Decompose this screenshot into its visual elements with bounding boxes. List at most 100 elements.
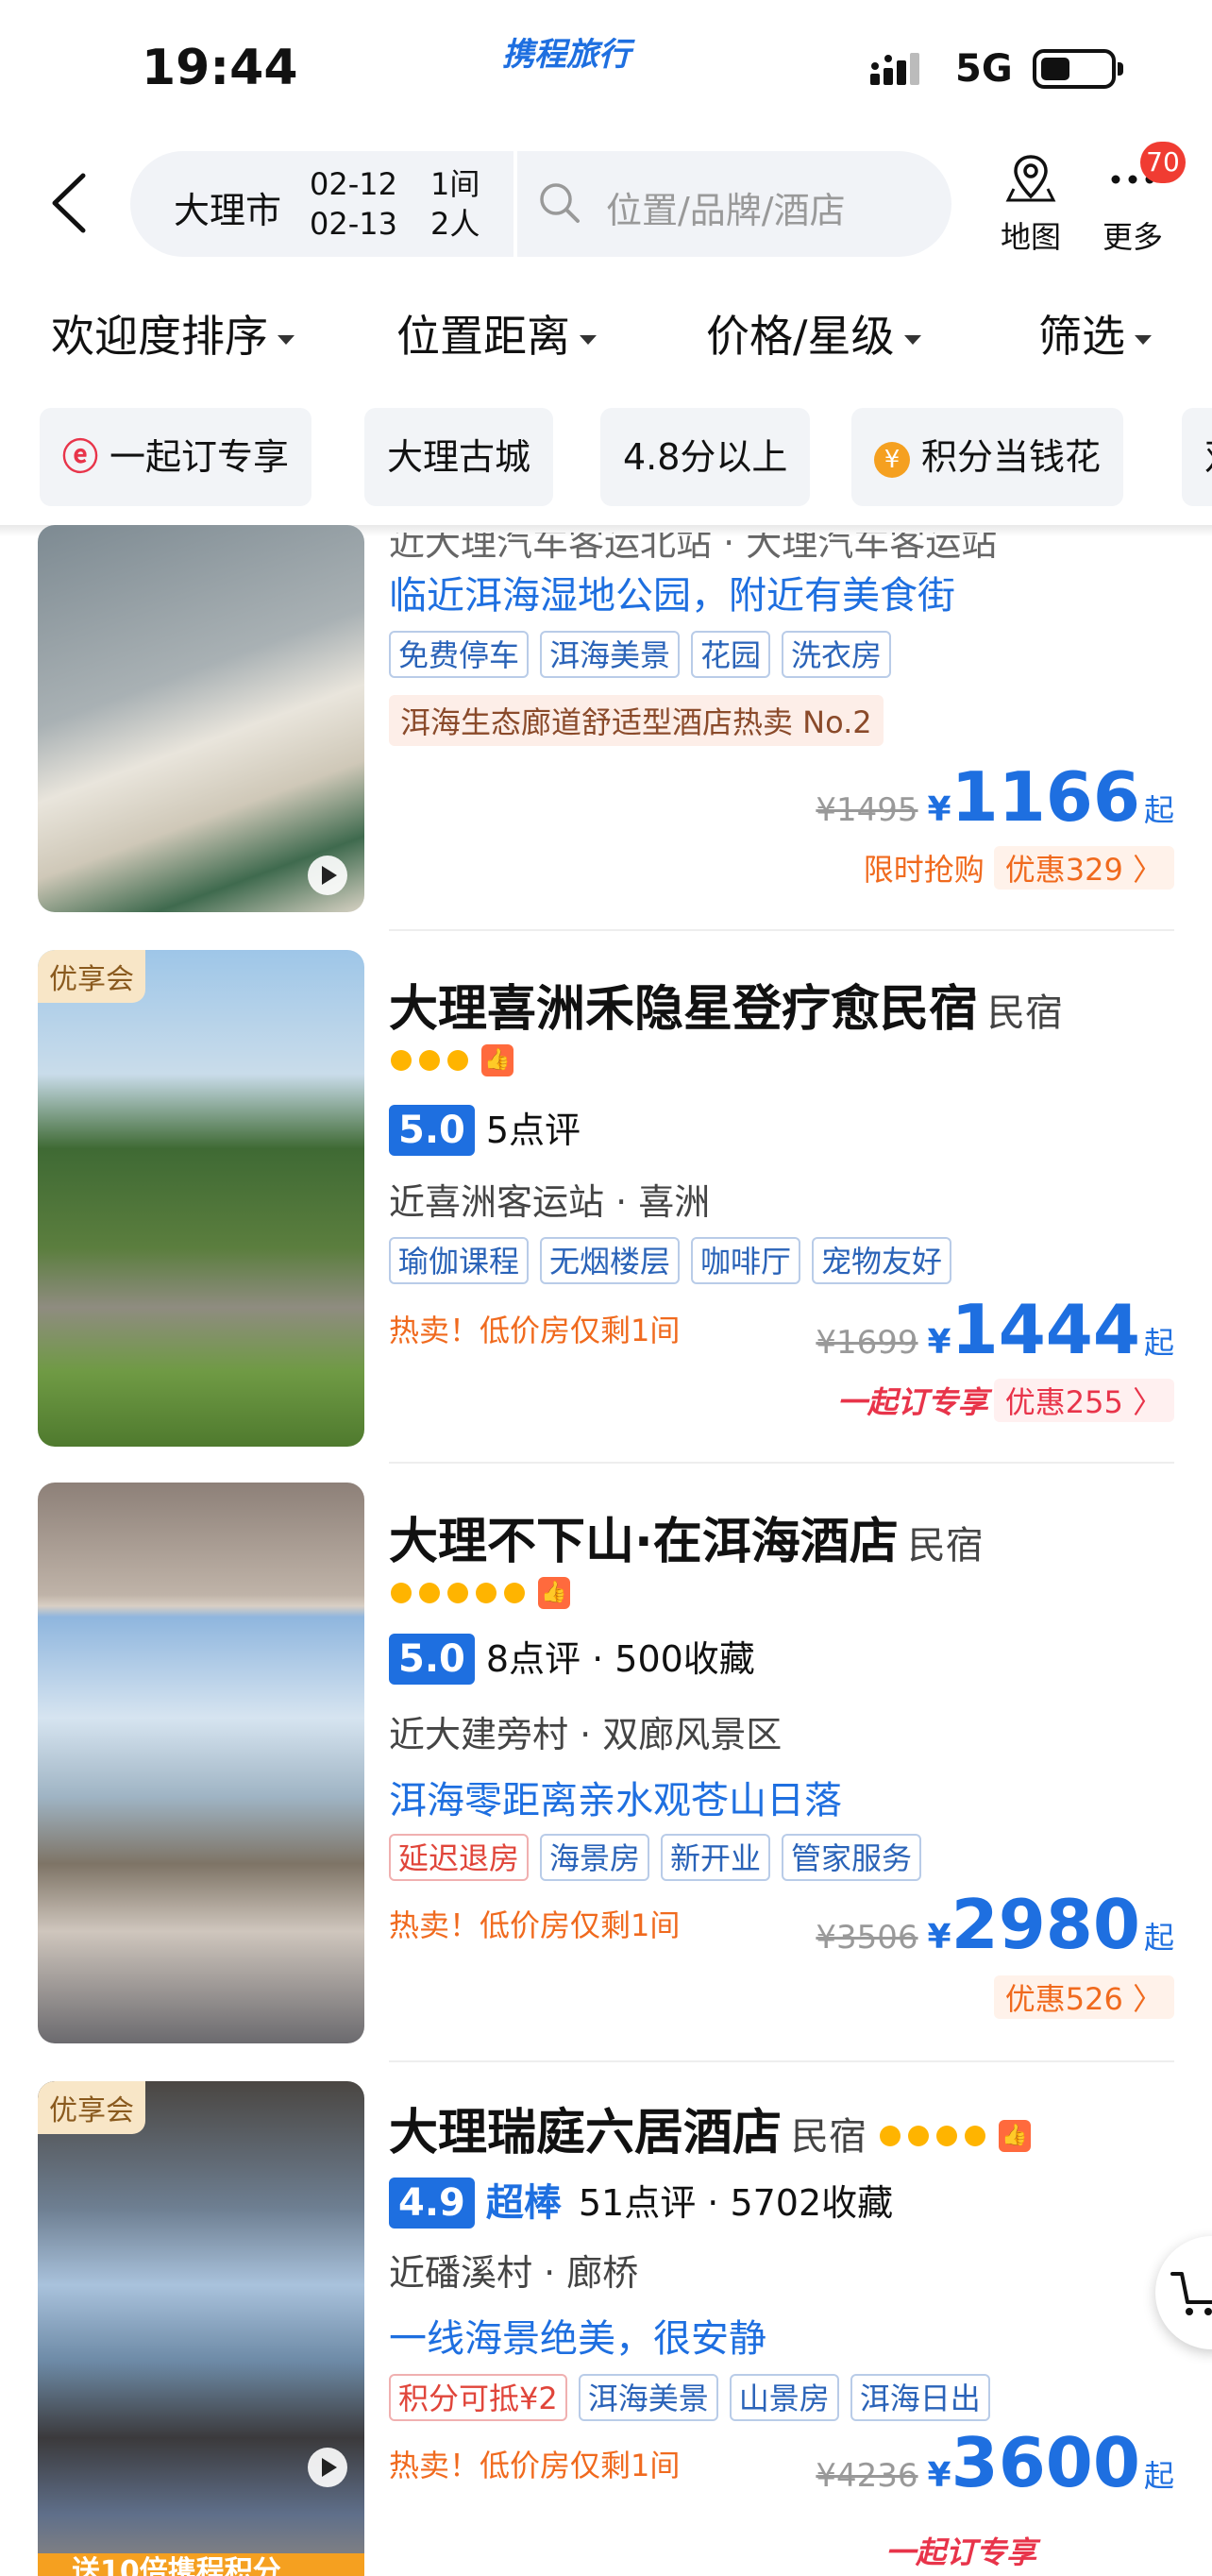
rating-dots: 👍 (391, 1577, 570, 1609)
sort-filter[interactable]: 筛选 (1038, 302, 1152, 364)
discount-badge[interactable]: 优惠255 〉 (993, 1379, 1174, 1422)
together-booking-label: 一起订专享 (836, 1384, 988, 1420)
hotel-card[interactable]: 近大理汽车客运北站 · 大理汽车客运站 临近洱海湿地公园，附近有美食街 免费停车… (0, 525, 1212, 931)
room-guest-selector[interactable]: 1间 2人 (430, 164, 480, 244)
sort-bar: 欢迎度排序 位置距离 价格/星级 筛选 (0, 302, 1212, 378)
original-price: ¥1495 (816, 791, 918, 829)
cart-icon (1170, 2272, 1212, 2315)
map-label: 地图 (1000, 219, 1061, 255)
status-bar: 19:44 携程旅行 5G (0, 0, 1212, 142)
hotel-type: 民宿 (907, 1524, 984, 1568)
tag: 咖啡厅 (691, 1237, 801, 1284)
search-input[interactable]: 位置/品牌/酒店 (606, 181, 846, 233)
hotel-name[interactable]: 大理喜洲禾隐星登疗愈民宿 民宿 (389, 969, 1063, 1040)
score-badge: 5.0 (389, 1105, 475, 1156)
brand-logo: 携程旅行 (502, 36, 631, 74)
hotel-photo[interactable]: 优享会 (38, 950, 364, 1447)
tag: 延迟退房 (389, 1834, 530, 1881)
current-price: 2980 (951, 1885, 1140, 1964)
original-price: ¥1699 (816, 1324, 918, 1362)
map-pin-icon (1005, 155, 1056, 202)
caret-down-icon (278, 334, 295, 345)
sort-popularity[interactable]: 欢迎度排序 (51, 302, 295, 364)
coin-icon: ¥ (874, 441, 910, 478)
hot-sale-note: 热卖！低价房仅剩1间 (389, 1313, 681, 1348)
tag: 洱海日出 (850, 2374, 990, 2421)
search-bar[interactable]: 大理市 02-12 02-13 1间 2人 位置/品牌/酒店 (130, 151, 951, 257)
quick-filter-chips: ⓔ一起订专享 大理古城 4.8分以上 ¥积分当钱花 双 (0, 408, 1212, 506)
sort-price-star[interactable]: 价格/星级 (706, 302, 921, 364)
current-price: 1166 (951, 757, 1140, 837)
tag: 花园 (691, 631, 771, 678)
divider (389, 929, 1174, 931)
amenity-tags: 积分可抵¥2 洱海美景 山景房 洱海日出 (389, 2374, 1002, 2423)
more-label: 更多 (1102, 219, 1163, 255)
guest-count: 2人 (430, 206, 480, 242)
hot-sale-note: 热卖！低价房仅剩1间 (389, 2448, 681, 2483)
network-type: 5G (955, 47, 1013, 91)
promo-line: 一起订专享 (885, 2529, 1042, 2572)
score-badge: 4.9 (389, 2178, 475, 2229)
together-logo-icon: ⓔ (62, 436, 99, 478)
hotel-card[interactable]: 大理不下山·在洱海酒店 民宿 👍 5.0 8点评 · 500收藏 近大建旁村 · 双… (0, 1483, 1212, 2049)
date-selector[interactable]: 02-12 02-13 (310, 164, 397, 244)
amenity-tags: 免费停车 洱海美景 花园 洗衣房 (389, 631, 902, 680)
review-count: 8点评 · 500收藏 (485, 1638, 755, 1680)
discount-badge[interactable]: 优惠329 〉 (993, 846, 1174, 890)
rating-dots: 👍 (391, 1044, 513, 1076)
promo-line: 限时抢购 优惠329 〉 (864, 846, 1174, 890)
hotel-location: 近磻溪村 · 廊桥 (389, 2252, 639, 2294)
chip-together-booking[interactable]: ⓔ 一起订专享 (40, 408, 312, 506)
tag: 新开业 (661, 1834, 771, 1881)
back-icon[interactable] (47, 170, 89, 236)
hot-sale-note: 热卖！低价房仅剩1间 (389, 1907, 681, 1943)
discount-badge[interactable]: 优惠526 〉 (993, 1975, 1174, 2019)
hotel-name[interactable]: 大理不下山·在洱海酒店 民宿 (389, 1501, 984, 1572)
chip-dali-old-town[interactable]: 大理古城 (364, 408, 554, 506)
sort-distance[interactable]: 位置距离 (396, 302, 597, 364)
hotel-highlight: 一线海景绝美，很安静 (389, 2317, 766, 2361)
play-icon[interactable] (308, 2448, 347, 2487)
review-count: 5点评 (485, 1110, 581, 1151)
hotel-card[interactable]: 优享会 大理喜洲禾隐星登疗愈民宿 民宿 👍 5.0 5点评 近喜洲客运站 · 喜洲 … (0, 950, 1212, 1460)
tag: 洱海美景 (578, 2374, 718, 2421)
divider (389, 1462, 1174, 1464)
points-banner: 送10倍携程积分 (38, 2553, 364, 2576)
review-count: 51点评 · 5702收藏 (578, 2182, 894, 2224)
notification-badge: 70 (1140, 142, 1186, 183)
hotel-name[interactable]: 大理瑞庭六居酒店 民宿 👍 (389, 2093, 1032, 2163)
tag: 山景房 (729, 2374, 839, 2421)
play-icon[interactable] (308, 856, 347, 895)
chip-rating-4-8[interactable]: 4.8分以上 (600, 408, 811, 506)
thumbs-up-icon: 👍 (999, 2120, 1032, 2152)
caret-down-icon (1135, 334, 1152, 345)
score-line: 5.0 5点评 (389, 1101, 581, 1156)
search-icon (540, 183, 580, 223)
promo-line: 一起订专享 优惠255 〉 (837, 1379, 1174, 1422)
tag: 积分可抵¥2 (389, 2374, 567, 2421)
thumbs-up-icon: 👍 (481, 1044, 513, 1076)
hotel-card[interactable]: 优享会 送10倍携程积分 大理瑞庭六居酒店 民宿 👍 4.9 超棒 51点评 · 570… (0, 2081, 1212, 2576)
vip-badge: 优享会 (38, 950, 145, 1003)
hotel-photo[interactable] (38, 1483, 364, 2043)
checkin-date: 02-12 (310, 166, 397, 202)
battery-icon (1033, 49, 1123, 89)
hotel-photo[interactable]: 优享会 送10倍携程积分 (38, 2081, 364, 2576)
score-badge: 5.0 (389, 1634, 475, 1685)
hotel-type: 民宿 (987, 991, 1064, 1035)
hotel-highlight: 临近洱海湿地公园，附近有美食街 (389, 574, 955, 618)
map-button[interactable]: 地图 (995, 151, 1067, 257)
chip-more[interactable]: 双 (1182, 408, 1212, 506)
hotel-photo[interactable] (38, 525, 364, 912)
chip-points-as-cash[interactable]: ¥ 积分当钱花 (851, 408, 1124, 506)
thumbs-up-icon: 👍 (538, 1577, 570, 1609)
hotel-location: 近大理汽车客运北站 · 大理汽车客运站 (389, 522, 998, 564)
caret-down-icon (580, 334, 597, 345)
tag: 海景房 (540, 1834, 650, 1881)
tag: 洗衣房 (782, 631, 892, 678)
divider (389, 2060, 1174, 2062)
checkout-date: 02-13 (310, 206, 397, 242)
city-selector[interactable]: 大理市 (174, 181, 281, 233)
tag: 免费停车 (389, 631, 530, 678)
tag: 管家服务 (782, 1834, 922, 1881)
